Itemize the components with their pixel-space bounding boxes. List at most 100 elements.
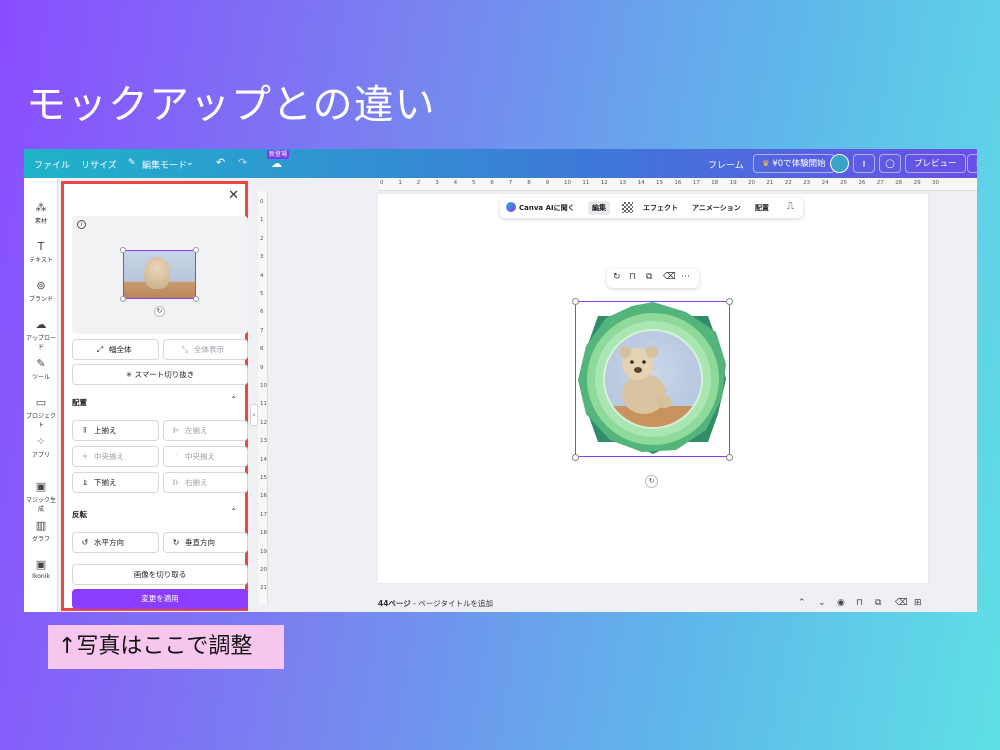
align-right-button[interactable]: ⊪ 右揃え	[163, 472, 248, 493]
rotate-icon[interactable]: ↻	[154, 306, 165, 317]
duplicate-icon[interactable]: ⧉	[875, 598, 881, 608]
trash-icon[interactable]: ⌫	[895, 598, 908, 608]
align-center-label: 中央揃え	[185, 452, 215, 461]
ruler-tick-label: 7	[260, 327, 264, 334]
rail-tools[interactable]: ✎ ツール	[24, 358, 58, 382]
rail-projects[interactable]: ▭ プロジェクト	[24, 397, 58, 430]
file-menu[interactable]: ファイル	[34, 158, 70, 171]
paint-roller-icon[interactable]: ⎍	[787, 201, 794, 212]
align-left-button[interactable]: ⊫ 左揃え	[163, 420, 248, 441]
trash-icon[interactable]: ⌫	[663, 272, 676, 282]
resize-handle[interactable]	[572, 298, 579, 305]
rail-ikonik[interactable]: ▣ Ikonik	[24, 558, 58, 581]
edit-mode-menu[interactable]: 編集モード	[142, 158, 187, 171]
align-middle-label: 中央揃え	[94, 452, 124, 461]
fit-all-label: 全体表示	[194, 345, 224, 354]
ruler-tick-label: 22	[784, 180, 792, 186]
rail-text[interactable]: T テキスト	[24, 240, 58, 265]
smart-crop-button[interactable]: ✳ スマート切り抜き	[72, 364, 248, 385]
animation-button[interactable]: アニメーション	[692, 203, 741, 213]
ruler-tick-label: 0	[380, 180, 384, 186]
ruler-tick-label: 2	[416, 180, 421, 186]
align-center-button[interactable]: ⫶ 中央揃え	[163, 446, 248, 467]
duplicate-icon[interactable]: ⧉	[646, 272, 652, 282]
ruler-tick-label: 6	[260, 309, 264, 316]
cloud-save-icon[interactable]: ☁	[271, 157, 282, 170]
rail-brand[interactable]: ⊚ ブランド	[24, 280, 58, 304]
align-left-label: 左揃え	[185, 426, 208, 435]
apps-icon: ⁘	[36, 435, 46, 448]
more-icon[interactable]: ⋯	[681, 272, 690, 282]
transparency-icon[interactable]	[622, 202, 633, 213]
ruler-tick-label: 9	[545, 180, 550, 186]
chevron-down-icon: ⌄	[186, 158, 194, 168]
text-icon: T	[37, 240, 45, 253]
rail-label: Ikonik	[32, 573, 50, 580]
print-button[interactable]: 印	[967, 154, 977, 173]
resize-handle[interactable]	[726, 454, 733, 461]
effects-button[interactable]: エフェクト	[643, 203, 678, 213]
trial-button[interactable]: ♛ ¥0で体験開始	[753, 154, 835, 173]
crop-handle[interactable]	[193, 296, 199, 302]
ruler-tick-label: 15	[656, 180, 663, 186]
info-icon[interactable]: i	[77, 220, 86, 229]
chevron-down-icon[interactable]: ⌄	[818, 598, 826, 608]
align-top-button[interactable]: ⫪ 上揃え	[72, 420, 159, 441]
ruler-tick-label: 6	[490, 180, 494, 186]
resize-handle[interactable]	[572, 454, 579, 461]
apply-changes-button[interactable]: 変更を適用	[72, 589, 248, 609]
rail-label: アップロード	[25, 335, 56, 351]
flip-horizontal-button[interactable]: ↺ 水平方向	[72, 532, 159, 553]
align-bottom-button[interactable]: ⫫ 下揃え	[72, 472, 159, 493]
rail-chart[interactable]: ▥ グラフ	[24, 520, 58, 544]
rotate-icon[interactable]: ↻	[645, 475, 658, 488]
rail-elements[interactable]: ⁂ 素材	[24, 202, 58, 226]
align-middle-button[interactable]: ⫩ 中央揃え	[72, 446, 159, 467]
ruler-tick-label: 19	[729, 180, 737, 186]
crop-image-button[interactable]: 画像を切り取る	[72, 564, 248, 585]
ruler-tick-label: 8	[260, 346, 264, 353]
insights-icon[interactable]: ⫾	[853, 154, 875, 173]
crop-handle[interactable]	[120, 296, 126, 302]
ruler-tick-label: 13	[619, 180, 627, 186]
rail-apps[interactable]: ⁘ アプリ	[24, 435, 58, 460]
ruler-tick-label: 8	[527, 180, 531, 186]
lock-icon[interactable]: ⊓	[629, 272, 636, 282]
crop-handle[interactable]	[193, 247, 199, 253]
ruler-tick-label: 5	[472, 180, 476, 186]
crop-handle[interactable]	[120, 247, 126, 253]
refresh-icon[interactable]: ↻	[613, 272, 621, 282]
resize-handle[interactable]	[726, 298, 733, 305]
chevron-up-icon[interactable]: ⌃	[230, 395, 237, 404]
hide-icon[interactable]: ◉	[837, 598, 845, 608]
add-page-title-link[interactable]: - ページタイトルを追加	[411, 599, 493, 608]
rail-magic[interactable]: ▣ マジック生成	[24, 481, 58, 514]
flip-vertical-button[interactable]: ↻ 垂直方向	[163, 532, 248, 553]
lock-icon[interactable]: ⊓	[856, 598, 863, 608]
ruler-tick-label: 26	[858, 180, 866, 186]
redo-icon[interactable]: ↷	[238, 156, 247, 169]
ikonik-icon: ▣	[35, 558, 47, 571]
ruler-tick-label: 17	[692, 180, 700, 186]
undo-icon[interactable]: ↶	[216, 156, 225, 169]
avatar[interactable]	[830, 154, 849, 173]
slide-title: モックアップとの違い	[26, 82, 436, 128]
add-page-icon[interactable]: ⊞	[914, 598, 922, 608]
arrange-button[interactable]: 配置	[755, 203, 769, 213]
rail-upload[interactable]: ☁ アップロード	[24, 319, 58, 352]
comment-icon[interactable]: ◯	[879, 154, 901, 173]
preview-button[interactable]: プレビュー	[905, 154, 966, 173]
collapse-panel-icon[interactable]: ‹	[250, 404, 258, 426]
chevron-up-icon[interactable]: ⌃	[798, 598, 806, 608]
ruler-tick-label: 12	[600, 180, 608, 186]
canva-ai-button[interactable]: Canva AIに聞く	[519, 203, 575, 213]
fit-all-button[interactable]: ⤡ 全体表示	[163, 339, 248, 360]
rail-label: プロジェクト	[25, 413, 56, 429]
fit-width-button[interactable]: ⤢ 幅全体	[72, 339, 159, 360]
preview-image[interactable]	[123, 250, 196, 299]
align-bottom-icon: ⫫	[82, 478, 88, 487]
resize-menu[interactable]: リサイズ	[81, 158, 117, 171]
chevron-up-icon[interactable]: ⌃	[230, 507, 237, 516]
close-icon[interactable]: ✕	[228, 188, 239, 203]
edit-button[interactable]: 編集	[588, 201, 610, 215]
